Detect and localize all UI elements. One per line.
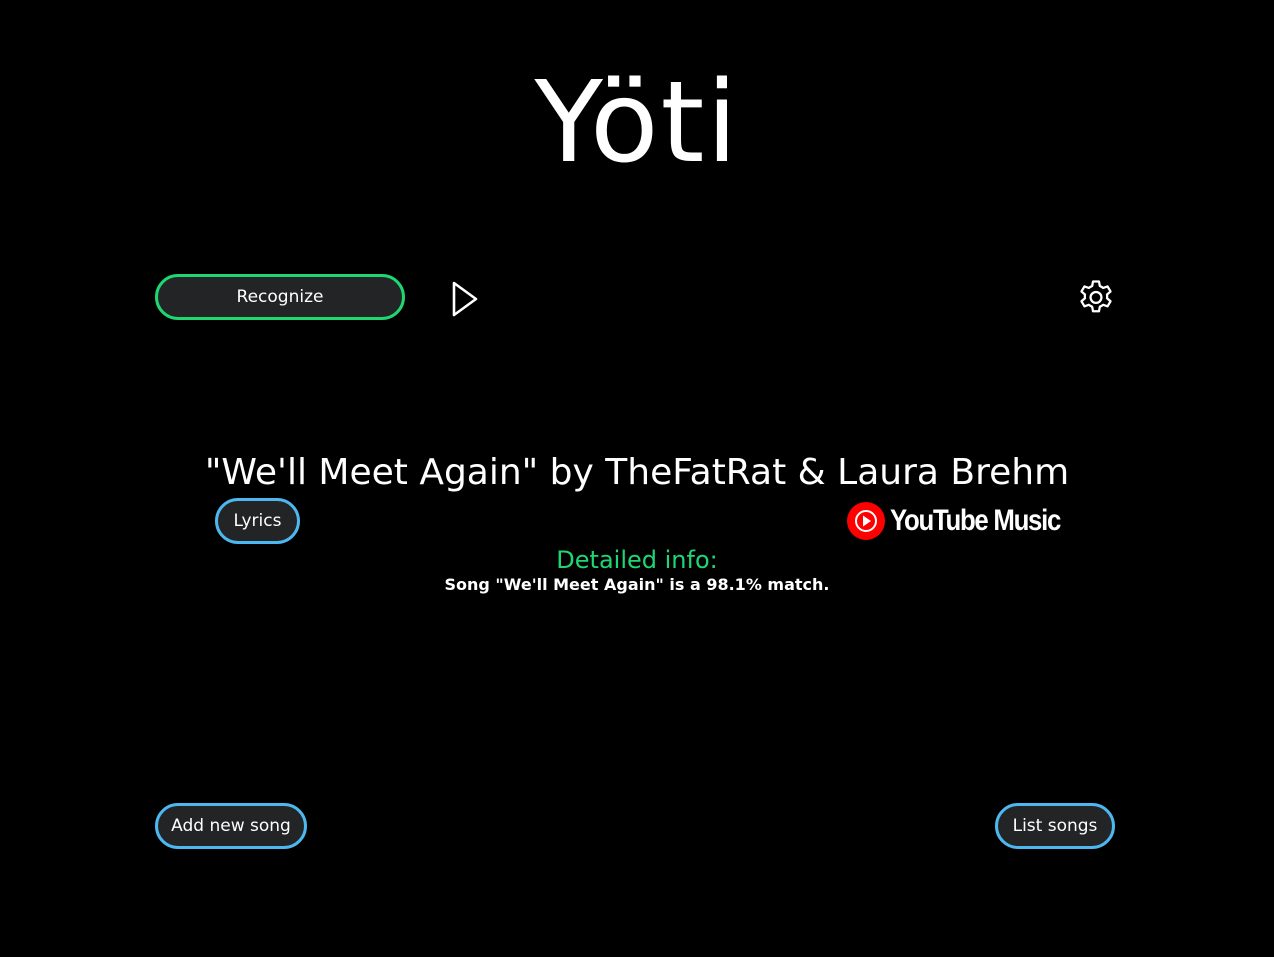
list-songs-button[interactable]: List songs	[995, 803, 1115, 849]
play-icon[interactable]	[448, 280, 482, 318]
recognize-button[interactable]: Recognize	[155, 274, 405, 320]
detail-heading: Detailed info:	[556, 546, 718, 574]
lyrics-button[interactable]: Lyrics	[215, 498, 300, 544]
youtube-music-label: YouTube Music	[890, 504, 1061, 537]
app-title: Yöti	[534, 58, 740, 188]
gear-icon[interactable]	[1075, 278, 1117, 320]
add-new-song-button[interactable]: Add new song	[155, 803, 307, 849]
detail-text: Song "We'll Meet Again" is a 98.1% match…	[444, 575, 830, 594]
song-title: "We'll Meet Again" by TheFatRat & Laura …	[204, 452, 1070, 493]
youtube-music-link[interactable]: YouTube Music	[846, 500, 1088, 542]
app-window: Yöti Recognize "We'll Meet Again" by The…	[0, 0, 1274, 957]
youtube-music-icon	[847, 502, 885, 540]
